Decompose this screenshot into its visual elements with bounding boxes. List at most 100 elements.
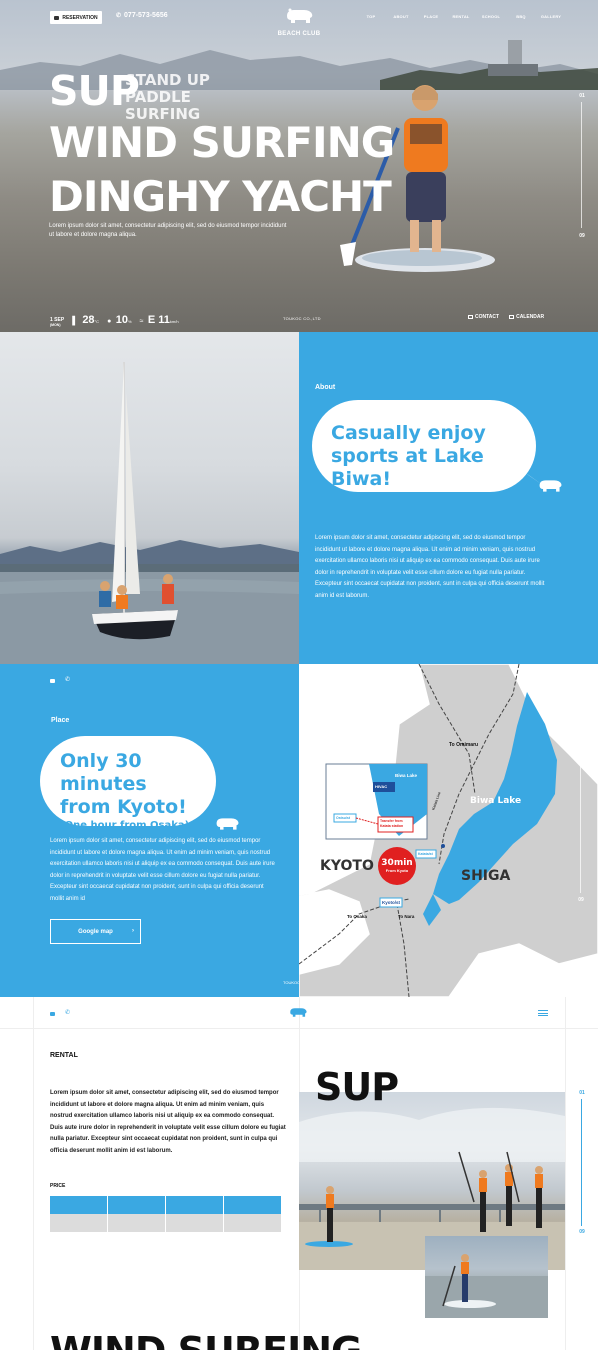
menu-icon[interactable] (538, 1010, 548, 1016)
map-inset-lake-label: Biwa Lake (395, 773, 418, 778)
about-label: About (315, 384, 336, 391)
weather-date-weekday: (MON) (50, 323, 61, 327)
droplet-icon: ● (107, 318, 112, 325)
temperature-value: 28 (82, 314, 95, 326)
rental-pager-track[interactable] (581, 1099, 582, 1226)
headline-sup-subtitle: STAND UP PADDLE SURFING (125, 72, 265, 123)
price-header-cell (50, 1196, 109, 1214)
mail-icon[interactable] (50, 1012, 55, 1016)
hero-topbar: RESERVATION ✆ 077-573-5656 BEACH CLUB TO… (0, 0, 598, 37)
map-badge-minutes: 30min (381, 858, 413, 868)
price-cell (165, 1214, 225, 1232)
humidity-unit: % (128, 319, 132, 324)
mail-icon[interactable] (50, 679, 55, 683)
map-inset-hivac: HIVAC (375, 784, 388, 789)
map-inset-transfer: Transfer from Katata station (380, 819, 403, 829)
place-headline-line2: from Kyoto! (60, 796, 187, 818)
temperature: ▌ 28°C (72, 310, 99, 328)
map-badge-from: From Kyoto (385, 868, 409, 873)
sailboat-image (0, 332, 299, 664)
nav-item-school[interactable]: SCHOOL (476, 14, 506, 19)
phone-number-text: 077-573-5656 (124, 12, 168, 19)
google-map-label: Google map (78, 928, 113, 935)
price-table-row (50, 1214, 282, 1232)
place-headline-line1: Only 30 minutes (60, 750, 147, 795)
mail-icon (54, 15, 60, 20)
nav-item-rental[interactable]: RENTAL (446, 14, 476, 19)
map-label-shiga: SHIGA (461, 868, 511, 884)
map-badge-30min: 30min From Kyoto (379, 858, 415, 873)
map-label-to-omimaru: To Omimaru (449, 742, 479, 748)
reservation-button[interactable]: RESERVATION (50, 11, 102, 24)
map-pager-current: 01 (578, 757, 584, 763)
nav-item-bbq[interactable]: BBQ (506, 14, 536, 19)
price-table (50, 1196, 282, 1232)
pager-total: 09 (579, 233, 585, 239)
map-inset-left-station: Ostsu/st (336, 816, 351, 820)
map-label-kyoto-station: Kyoto/st (382, 900, 400, 905)
chevron-right-icon: › (132, 928, 134, 934)
phone-icon: ✆ (116, 13, 122, 19)
headline-sup-sub-line1: STAND UP (125, 71, 210, 89)
phone-number[interactable]: ✆ 077-573-5656 (116, 12, 168, 19)
price-header-cell (223, 1196, 282, 1214)
contact-link[interactable]: CONTACT (468, 314, 499, 320)
nav-item-place[interactable]: PLACE (416, 14, 446, 19)
nav-item-gallery[interactable]: GALLERY (536, 14, 566, 19)
access-map[interactable]: To Omimaru Biwa Lake KYOTO SHIGA 30min F… (299, 664, 598, 997)
price-header-cell (107, 1196, 167, 1214)
company-name: TOUKOC CO.,LTD (283, 316, 321, 321)
hippo-icon (216, 818, 239, 830)
price-cell (223, 1214, 282, 1232)
thermometer-icon: ▌ (72, 316, 78, 325)
mail-icon (468, 315, 473, 319)
contact-label: CONTACT (475, 314, 500, 320)
google-map-button[interactable]: Google map › (50, 919, 141, 944)
price-cell (50, 1214, 109, 1232)
place-label: Place (51, 717, 70, 724)
phone-icon[interactable]: ✆ (65, 676, 70, 683)
calendar-label: CALENDAR (516, 314, 545, 320)
hippo-icon (539, 480, 562, 492)
sailboat-illustration (0, 362, 299, 664)
sup-paddler-image (425, 1236, 548, 1318)
about-headline: Casually enjoy sports at Lake Biwa! (331, 422, 531, 491)
calendar-link[interactable]: CALENDAR (509, 314, 544, 320)
place-company: TOUKOC (283, 980, 301, 985)
menu-icon[interactable] (538, 677, 548, 683)
sup-paddler-illustration (425, 1254, 548, 1318)
place-headline-line3: (One hour from Osaka) (60, 820, 190, 831)
map-pager-total: 09 (578, 897, 584, 903)
map-pager-track[interactable] (580, 766, 581, 893)
about-headline-line1: Casually enjoy (331, 422, 486, 444)
price-cell (107, 1214, 167, 1232)
weather-widget: 1 SEP (MON) ▌ 28°C ● 10% ≈ E 11km/h (50, 310, 179, 328)
pager-track[interactable] (581, 102, 582, 228)
rental-description: Lorem ipsum dolor sit amet, consectetur … (50, 1090, 286, 1154)
site-logo[interactable]: BEACH CLUB (277, 8, 321, 37)
wind: ≈ E 11km/h (140, 310, 179, 328)
weather-date: 1 SEP (MON) (50, 318, 64, 328)
hippo-logo-icon[interactable] (288, 1007, 308, 1018)
map-label-biwa-lake: Biwa Lake (470, 796, 522, 806)
headline-dinghy-yacht: DINGHY YACHT (49, 172, 392, 221)
nav-item-about[interactable]: ABOUT (386, 14, 416, 19)
hero-description: Lorem ipsum dolor sit amet, consectetur … (49, 223, 287, 238)
price-label: PRICE (50, 1183, 66, 1189)
humidity-value: 10 (115, 314, 128, 326)
nav-item-top[interactable]: TOP (356, 14, 386, 19)
map-label-kyoto: KYOTO (320, 858, 374, 874)
place-section: ✆ Place Only 30 minutes from Kyoto! (One… (0, 664, 301, 997)
phone-icon[interactable]: ✆ (65, 1009, 70, 1016)
map-station-label: Katata/st (418, 852, 433, 856)
about-section: About Casually enjoy sports at Lake Biwa… (299, 332, 598, 664)
grid-line (565, 997, 566, 1350)
hippo-logo-icon (287, 8, 313, 23)
rental-title: RENTAL (50, 1052, 78, 1059)
sup-heading: SUP (315, 1065, 399, 1109)
hero-section: RESERVATION ✆ 077-573-5656 BEACH CLUB TO… (0, 0, 598, 332)
wind-unit: km/h (169, 319, 179, 324)
map-illustration (299, 664, 598, 997)
rental-header-divider (0, 1028, 598, 1029)
grid-line (33, 997, 34, 1350)
